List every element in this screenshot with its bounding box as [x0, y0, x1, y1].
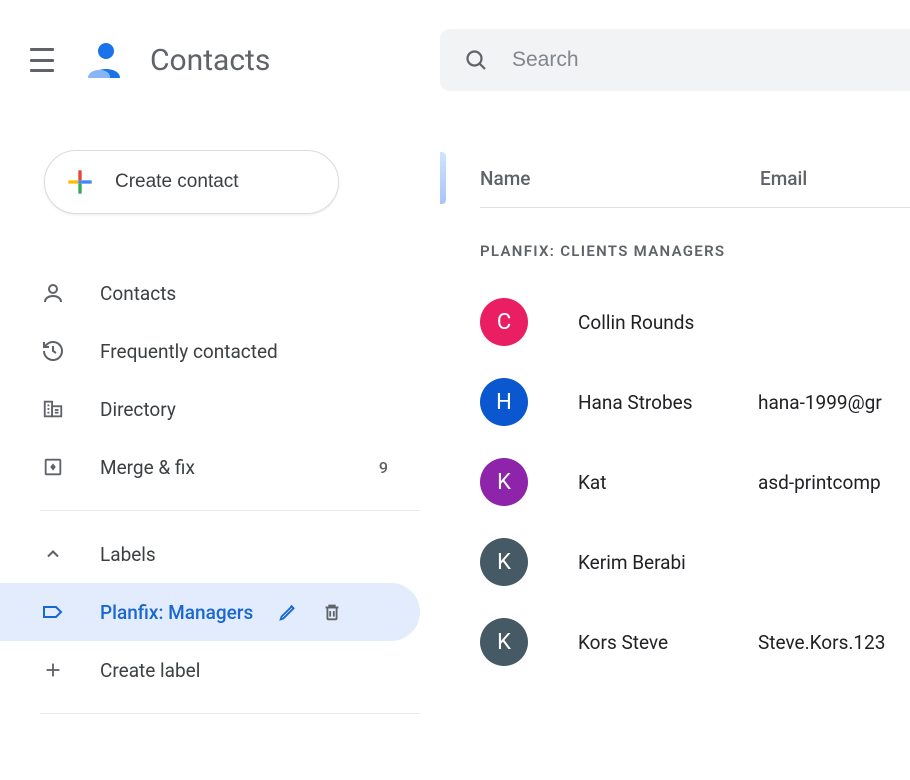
label-text: Planfix: Managers [100, 601, 275, 624]
nav-labels-header[interactable]: Labels [0, 525, 420, 583]
avatar: K [480, 538, 528, 586]
contact-name: Kat [578, 471, 758, 494]
chevron-up-icon [40, 541, 66, 567]
contact-name: Kors Steve [578, 631, 758, 654]
nav-directory[interactable]: Directory [0, 380, 420, 438]
nav-label: Frequently contacted [100, 340, 388, 363]
merge-fix-count: 9 [379, 458, 388, 477]
history-icon [40, 338, 66, 364]
contact-row[interactable]: C Collin Rounds [480, 282, 910, 362]
merge-icon [40, 454, 66, 480]
search-icon [464, 48, 488, 72]
list-header: Name Email [480, 150, 910, 208]
main-content: Name Email PLANFIX: CLIENTS MANAGERS C C… [440, 120, 910, 780]
contact-name: Kerim Berabi [578, 551, 758, 574]
contact-name: Hana Strobes [578, 391, 758, 414]
avatar: C [480, 298, 528, 346]
search-input[interactable] [512, 48, 886, 72]
nav-frequent[interactable]: Frequently contacted [0, 322, 420, 380]
contact-row[interactable]: K Kat asd-printcomp [480, 442, 910, 522]
nav-label: Merge & fix [100, 456, 379, 479]
label-icon [40, 599, 66, 625]
contacts-logo [84, 38, 128, 82]
nav-merge-fix[interactable]: Merge & fix 9 [0, 438, 420, 496]
nav-contacts[interactable]: Contacts [0, 264, 420, 322]
edit-label-button[interactable] [275, 599, 301, 625]
contact-email: hana-1999@gr [758, 391, 882, 414]
nav-label: Contacts [100, 282, 388, 305]
search-box[interactable] [440, 29, 910, 91]
contact-row[interactable]: K Kors Steve Steve.Kors.123 [480, 602, 910, 682]
avatar: K [480, 618, 528, 666]
menu-icon[interactable] [30, 48, 54, 72]
contact-name: Collin Rounds [578, 311, 758, 334]
contact-row[interactable]: K Kerim Berabi [480, 522, 910, 602]
contact-row[interactable]: H Hana Strobes hana-1999@gr [480, 362, 910, 442]
plus-icon [40, 657, 66, 683]
sidebar: Create contact Contacts [0, 120, 440, 780]
domain-icon [40, 396, 66, 422]
create-contact-label: Create contact [115, 171, 239, 193]
create-label-text: Create label [100, 659, 388, 682]
plus-multicolor-icon [65, 167, 95, 197]
person-icon [40, 280, 66, 306]
nav-label: Directory [100, 398, 388, 421]
column-name[interactable]: Name [480, 167, 760, 190]
contact-email: asd-printcomp [758, 471, 881, 494]
delete-label-button[interactable] [319, 599, 345, 625]
divider [40, 713, 420, 714]
avatar: H [480, 378, 528, 426]
labels-header-label: Labels [100, 543, 388, 566]
column-email[interactable]: Email [760, 167, 807, 190]
avatar: K [480, 458, 528, 506]
create-contact-button[interactable]: Create contact [44, 150, 339, 214]
nav-create-label[interactable]: Create label [0, 641, 420, 699]
label-planfix-managers[interactable]: Planfix: Managers [0, 583, 420, 641]
contact-list: C Collin Rounds H Hana Strobes hana-1999… [480, 282, 910, 682]
section-title: PLANFIX: CLIENTS MANAGERS [480, 242, 910, 260]
divider [40, 510, 420, 511]
app-title: Contacts [150, 43, 270, 78]
column-indicator [440, 152, 446, 204]
contact-email: Steve.Kors.123 [758, 631, 885, 654]
